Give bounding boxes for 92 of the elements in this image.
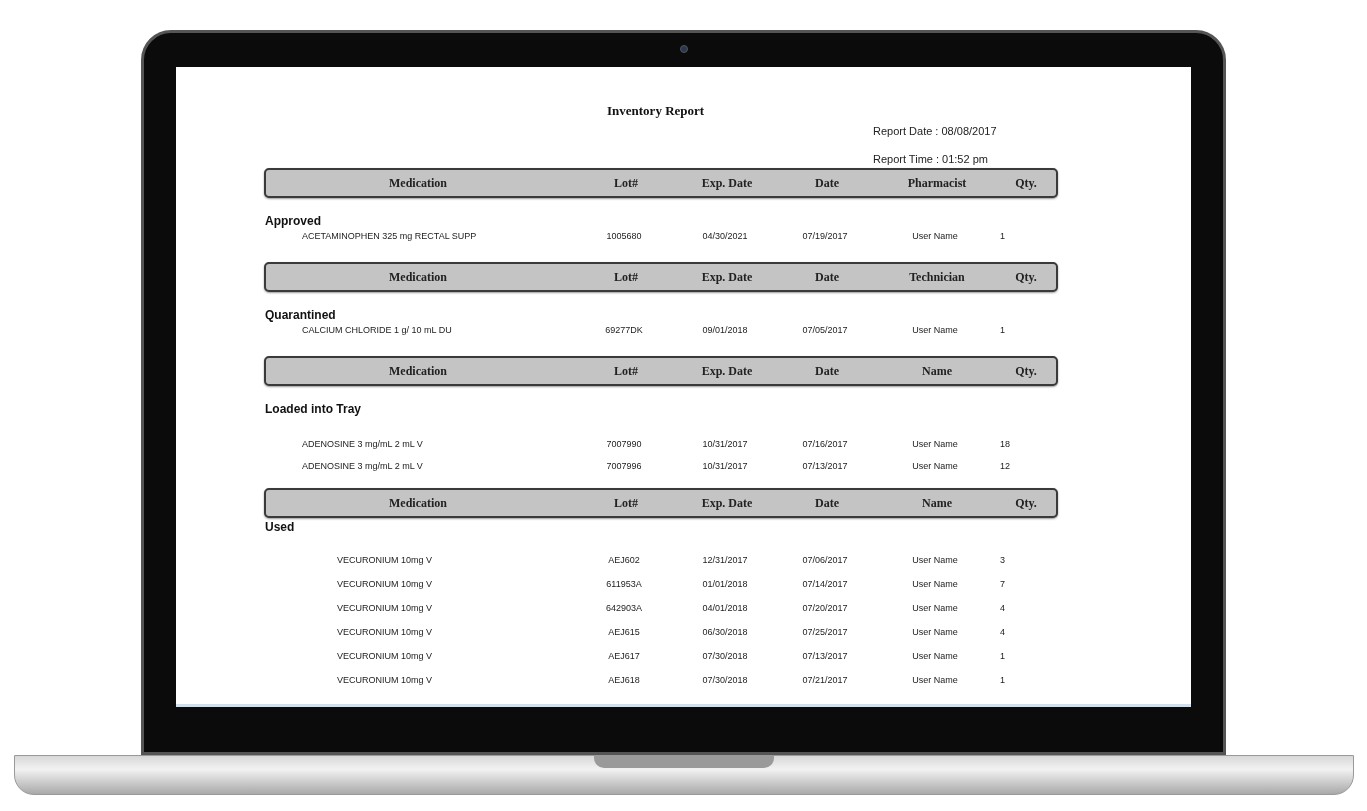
name-cell-text: User Name (911, 601, 959, 615)
date-cell-text: 07/20/2017 (801, 601, 849, 615)
qty-cell-text: 1 (999, 229, 1006, 243)
name-cell-text: User Name (911, 649, 959, 663)
medication-cell-text: VECURONIUM 10mg V (336, 673, 434, 687)
medication-cell-text: VECURONIUM 10mg V (336, 553, 434, 567)
column-header: Lot# (613, 362, 639, 380)
column-header: Date (814, 362, 840, 380)
medication-cell-text: ADENOSINE 3 mg/mL 2 mL V (301, 437, 424, 451)
name-cell-text: User Name (911, 673, 959, 687)
name-cell-text: User Name (911, 323, 959, 337)
column-header: Name (921, 494, 953, 512)
camera-icon (679, 45, 688, 53)
medication-cell-text: VECURONIUM 10mg V (336, 625, 434, 639)
section-title: Used (265, 518, 295, 536)
column-header: Qty. (1014, 174, 1038, 192)
column-header: Exp. Date (700, 494, 754, 512)
exp-date-cell-text: 12/31/2017 (701, 553, 749, 567)
lot-cell-text: 69277DK (604, 323, 644, 337)
lot-cell-text: 7007996 (605, 459, 643, 473)
date-cell-text: 07/19/2017 (801, 229, 849, 243)
exp-date-cell-text: 07/30/2018 (701, 673, 749, 687)
medication-cell-text: ACETAMINOPHEN 325 mg RECTAL SUPP (301, 229, 478, 243)
column-header: Exp. Date (700, 362, 754, 380)
report-date: Report Date : 08/08/2017 (873, 123, 997, 139)
date-cell-text: 07/05/2017 (801, 323, 849, 337)
medication-cell-text: VECURONIUM 10mg V (336, 649, 434, 663)
medication-cell-text: CALCIUM CHLORIDE 1 g/ 10 mL DU (301, 323, 453, 337)
column-header: Exp. Date (700, 268, 754, 286)
column-header: Pharmacist (906, 174, 968, 192)
date-cell-text: 07/25/2017 (801, 625, 849, 639)
qty-cell-text: 4 (999, 625, 1006, 639)
lot-cell-text: AEJ615 (607, 625, 641, 639)
qty-cell-text: 7 (999, 577, 1006, 591)
lot-cell-text: AEJ618 (607, 673, 641, 687)
column-header: Exp. Date (700, 174, 754, 192)
date-cell-text: 07/16/2017 (801, 437, 849, 451)
exp-date-cell-text: 04/01/2018 (701, 601, 749, 615)
lot-cell-text: 7007990 (605, 437, 643, 451)
column-header: Qty. (1014, 362, 1038, 380)
column-header: Date (814, 268, 840, 286)
column-header: Medication (388, 268, 448, 286)
exp-date-cell-text: 10/31/2017 (701, 437, 749, 451)
medication-cell-text: VECURONIUM 10mg V (336, 601, 434, 615)
column-header: Date (814, 174, 840, 192)
lot-cell-text: 611953A (605, 577, 643, 591)
column-header: Medication (388, 362, 448, 380)
column-header: Date (814, 494, 840, 512)
exp-date-cell-text: 04/30/2021 (701, 229, 749, 243)
report-title: Inventory Report (607, 102, 705, 120)
medication-cell-text: ADENOSINE 3 mg/mL 2 mL V (301, 459, 424, 473)
section-title: Approved (265, 212, 321, 230)
column-header: Technician (908, 268, 966, 286)
name-cell-text: User Name (911, 625, 959, 639)
lot-cell-text: AEJ617 (607, 649, 641, 663)
exp-date-cell-text: 07/30/2018 (701, 649, 749, 663)
medication-cell-text: VECURONIUM 10mg V (336, 577, 434, 591)
exp-date-cell-text: 09/01/2018 (701, 323, 749, 337)
column-header: Qty. (1014, 494, 1038, 512)
column-header: Name (921, 362, 953, 380)
column-header: Lot# (613, 268, 639, 286)
qty-cell-text: 1 (999, 649, 1006, 663)
qty-cell-text: 18 (999, 437, 1011, 451)
date-cell-text: 07/14/2017 (801, 577, 849, 591)
column-header: Qty. (1014, 268, 1038, 286)
name-cell-text: User Name (911, 577, 959, 591)
section-title: Quarantined (265, 306, 336, 324)
exp-date-cell-text: 06/30/2018 (701, 625, 749, 639)
column-header: Lot# (613, 494, 639, 512)
date-cell-text: 07/13/2017 (801, 649, 849, 663)
section-title: Loaded into Tray (265, 400, 361, 418)
report-time: Report Time : 01:52 pm (873, 152, 988, 167)
exp-date-cell-text: 10/31/2017 (701, 459, 749, 473)
column-header: Lot# (613, 174, 639, 192)
qty-cell-text: 1 (999, 673, 1006, 687)
qty-cell-text: 1 (999, 323, 1006, 337)
date-cell-text: 07/21/2017 (801, 673, 849, 687)
exp-date-cell-text: 01/01/2018 (701, 577, 749, 591)
lot-cell-text: AEJ602 (607, 553, 641, 567)
name-cell-text: User Name (911, 459, 959, 473)
name-cell-text: User Name (911, 229, 959, 243)
lot-cell-text: 1005680 (605, 229, 643, 243)
column-header: Medication (388, 174, 448, 192)
lot-cell-text: 642903A (604, 601, 643, 615)
qty-cell-text: 3 (999, 553, 1006, 567)
qty-cell-text: 12 (999, 459, 1011, 473)
date-cell-text: 07/13/2017 (801, 459, 849, 473)
qty-cell-text: 4 (999, 601, 1006, 615)
name-cell-text: User Name (911, 437, 959, 451)
column-header: Medication (388, 494, 448, 512)
name-cell-text: User Name (911, 553, 959, 567)
date-cell-text: 07/06/2017 (801, 553, 849, 567)
